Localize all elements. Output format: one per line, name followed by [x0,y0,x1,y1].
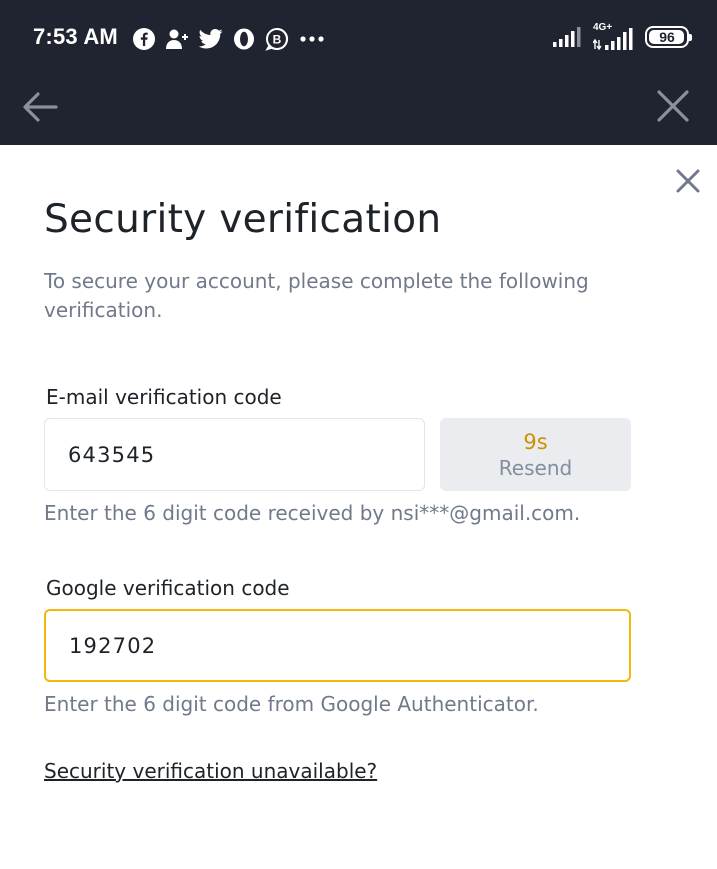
resend-label: Resend [498,455,573,480]
security-unavailable-link[interactable]: Security verification unavailable? [44,759,377,783]
page-title: Security verification [44,197,442,242]
more-icon [300,36,324,42]
resend-button[interactable]: 9s Resend [440,418,631,491]
close-icon[interactable] [655,88,691,124]
business-icon: B [265,28,288,51]
email-code-value: 643545 [68,442,156,467]
system-indicators: 4G+ 96 [553,22,692,50]
app-bar [0,75,717,145]
battery-icon: 96 [645,26,692,48]
twitter-icon [199,29,223,49]
arrow-left-icon[interactable] [20,87,60,127]
status-bar: 7:53 AM B 4G+ 96 [0,0,717,75]
google-code-hint: Enter the 6 digit code from Google Authe… [44,692,539,716]
battery-level: 96 [659,29,675,45]
signal-icon [553,27,581,47]
battery-tip [689,34,692,41]
facebook-icon [133,28,155,50]
email-code-hint: Enter the 6 digit code received by nsi**… [44,501,581,525]
notification-icons: B [133,26,325,52]
person-add-icon [166,29,188,49]
svg-text:B: B [273,33,282,47]
status-time: 7:53 AM [33,24,118,49]
google-code-label: Google verification code [46,576,290,600]
network-indicator: 4G+ [593,22,633,50]
email-code-label: E-mail verification code [46,385,282,409]
opera-icon [234,28,254,50]
google-code-value: 192702 [69,633,157,658]
google-code-input[interactable]: 192702 [44,609,631,682]
resend-countdown: 9s [523,429,548,454]
security-verification-sheet: Security verification To secure your acc… [0,145,717,869]
dialog-close-icon[interactable] [674,167,702,195]
email-code-input[interactable]: 643545 [44,418,425,491]
signal-4g-icon [593,28,633,50]
page-subtitle: To secure your account, please complete … [44,269,589,322]
